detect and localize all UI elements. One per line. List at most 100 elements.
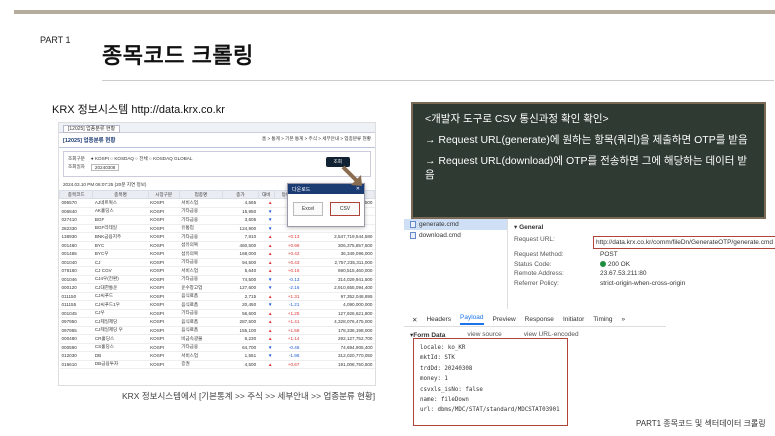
table-cell: 서비스업 — [179, 198, 223, 208]
payload-line: name: fileDown — [420, 397, 469, 404]
table-row[interactable]: 097955 CJ제일제당 우 KOSPI 음식료품 155,100 ▲ +1.58 178,… — [59, 326, 375, 335]
table-row[interactable]: 001465 BYC우 KOSPI 섬유의복 168,000 ▲ +0.42 36,349,0… — [59, 249, 375, 259]
payload-line: url: dbms/MDC/STAT/standard/MDCSTAT03901 — [420, 407, 560, 414]
table-row[interactable]: 001046 CJ4우(전환) KOSPI 기타금융 74,500 ▼ -0.13 314,0… — [59, 275, 375, 284]
column-header[interactable]: 종목코드 — [59, 190, 94, 199]
table-cell: CJ CGV — [92, 266, 149, 276]
table-cell: CJ4우(전환) — [92, 275, 149, 284]
table-cell: 314,029,941,500 — [301, 275, 375, 284]
column-header[interactable]: 시장구분 — [147, 190, 180, 199]
tab-timing[interactable]: Timing — [593, 316, 612, 323]
table-cell: 2,715 — [222, 292, 259, 301]
table-cell: CJ제일제당 우 — [92, 326, 149, 335]
file-name: download.cmd — [419, 232, 461, 239]
table-cell: ▲ — [258, 232, 275, 242]
date-label: 조회일자 — [68, 164, 85, 169]
table-cell: 016610 — [59, 360, 93, 369]
tab-payload[interactable]: Payload — [460, 314, 484, 325]
table-cell: ▲ — [258, 326, 275, 335]
table-cell: 7,910 — [222, 232, 259, 242]
table-cell: ▲ — [258, 198, 275, 208]
tab-response[interactable]: Response — [525, 316, 554, 323]
table-cell: 155,100 — [222, 326, 259, 335]
file-download[interactable]: download.cmd — [404, 230, 507, 241]
table-cell: ▼ — [258, 207, 275, 216]
table-cell: ▼ — [258, 283, 275, 293]
table-cell: 079160 — [59, 266, 93, 276]
excel-label: Excel — [301, 206, 315, 212]
table-row[interactable]: 000590 CS홀딩스 KOSPI 기타금융 64,700 ▼ -0.46 74,694,9… — [59, 343, 375, 352]
column-header[interactable]: 대비 — [257, 190, 275, 199]
status-label: Status Code: — [514, 260, 552, 268]
column-header[interactable]: 종목명 — [92, 190, 149, 199]
tab-preview[interactable]: Preview — [493, 316, 516, 323]
table-row[interactable]: 011155 CJ씨푸드1우 KOSPI 음식료품 20,450 ▼ -1.21 4,090,… — [59, 300, 375, 310]
table-cell: ▲ — [258, 249, 275, 259]
table-cell: CJ씨푸드1우 — [92, 300, 149, 310]
table-cell: 287,500 — [222, 317, 259, 327]
table-cell: 74,500 — [222, 275, 259, 284]
table-cell: 306,375,857,500 — [301, 241, 375, 250]
table-cell: 127,600 — [222, 283, 259, 293]
table-cell: KOSPI — [148, 224, 180, 233]
table-cell: KOSPI — [148, 249, 180, 259]
column-header[interactable]: 업종명 — [178, 190, 224, 199]
table-cell: ▲ — [258, 266, 275, 276]
table-cell: KOSPI — [148, 300, 180, 310]
table-cell: 음식료품 — [179, 317, 223, 327]
table-cell: 64,700 — [222, 343, 259, 352]
table-cell: 15,950 — [222, 207, 259, 216]
table-cell: 6,230 — [222, 334, 259, 344]
table-cell: +0.43 — [274, 258, 302, 267]
table-row[interactable]: 011150 CJ씨푸드 KOSPI 음식료품 2,715 ▲ +1.31 97,352,04… — [59, 292, 375, 301]
table-row[interactable]: 000120 CJ대한통운 KOSPI 운수창고업 127,600 ▼ -2.16 2,910… — [59, 283, 375, 293]
date-input[interactable]: 20240308 — [90, 164, 120, 171]
payload-line: locale: ko_KR — [420, 345, 466, 351]
table-cell: CJ씨푸드 — [92, 292, 149, 301]
table-row[interactable]: 001040 CJ KOSPI 기타금융 94,500 ▲ +0.43 2,757,235,3… — [59, 258, 375, 267]
market-radios[interactable]: ● KOSPI ○ KOSDAQ ○ 전체 ○ KOSDAQ GLOBAL — [91, 156, 193, 162]
table-cell: 4,500 — [222, 360, 259, 369]
table-cell: +1.31 — [274, 292, 302, 301]
table-cell: ▼ — [258, 351, 275, 361]
file-generate[interactable]: generate.cmd — [404, 219, 507, 230]
table-row[interactable]: 012030 DB KOSPI 서비스업 1,551 ▼ -1.96 312,020,770,… — [59, 351, 375, 361]
table-cell: +0.42 — [274, 249, 302, 259]
blackboard-note: <개발자 도구로 CSV 통신과정 확인 확인> → Request URL(g… — [411, 102, 766, 219]
table-row[interactable]: 138930 BNK금융지주 KOSPI 기타금융 7,910 ▲ +0.13 2,547,7… — [59, 232, 375, 242]
table-cell: -0.13 — [274, 275, 302, 284]
table-cell: 001045 — [59, 309, 93, 318]
payload-line: money: 1 — [420, 376, 448, 383]
krx-caption: KRX 정보시스템에서 [기본통계 >> 주식 >> 세부안내 >> 업종분류 … — [122, 391, 376, 401]
table-cell: 97,352,048,895 — [301, 292, 375, 301]
tab-headers[interactable]: Headers — [426, 316, 451, 323]
table-row[interactable]: 079160 CJ CGV KOSPI 서비스업 5,640 ▲ +0.16 690,515,… — [59, 266, 375, 276]
column-header[interactable]: 종가 — [222, 190, 259, 199]
krx-tab[interactable]: [12025] 업종분류 현황 — [63, 125, 121, 133]
referrer-label: Referrer Policy: — [514, 279, 559, 287]
table-cell: 서비스업 — [179, 266, 223, 276]
close-tab-icon[interactable]: ✕ — [412, 316, 417, 324]
request-url-label: Request URL: — [514, 236, 555, 243]
krx-header: [12025] 업종분류 현황 홈 > 통계 > 기본 통계 > 주식 > 세부… — [59, 133, 375, 148]
table-row[interactable]: 097950 CJ제일제당 KOSPI 음식료품 287,500 ▲ +1.41 4,328,… — [59, 317, 375, 327]
csv-button[interactable]: CSV — [330, 202, 360, 216]
table-cell: KOSPI — [148, 198, 180, 208]
table-row[interactable]: 000480 CR홀딩스 KOSPI 비금속광물 6,230 ▲ +1.14 292,127,… — [59, 334, 375, 344]
tab-initiator[interactable]: Initiator — [563, 316, 584, 323]
excel-button[interactable]: Excel — [293, 202, 323, 216]
slide-footer: PART1 종목코드 및 섹터데이터 크롤링 — [636, 419, 766, 428]
devtools-tabs: ✕ Headers Payload Preview Response Initi… — [404, 313, 666, 327]
download-popup: 다운로드 ✕ Excel CSV — [287, 183, 365, 227]
more-tabs-icon[interactable]: » — [622, 316, 626, 323]
general-header[interactable]: ▾ General — [514, 223, 775, 231]
table-cell: ▼ — [258, 224, 275, 233]
table-cell: 20,450 — [222, 300, 259, 310]
table-row[interactable]: 016610 DB금융투자 KOSPI 증권 4,500 ▲ +0.67 191,008,75… — [59, 360, 375, 369]
table-row[interactable]: 001460 BYC KOSPI 섬유의복 460,500 ▲ +0.96 306,375,8… — [59, 241, 375, 250]
table-row[interactable]: 001045 CJ우 KOSPI 기타금융 56,600 ▲ +1.25 127,926,62… — [59, 309, 375, 318]
file-icon — [410, 221, 416, 228]
pointer-arrow-icon — [341, 165, 362, 186]
table-cell: ▲ — [258, 292, 275, 301]
table-cell: 기타금융 — [179, 215, 223, 225]
